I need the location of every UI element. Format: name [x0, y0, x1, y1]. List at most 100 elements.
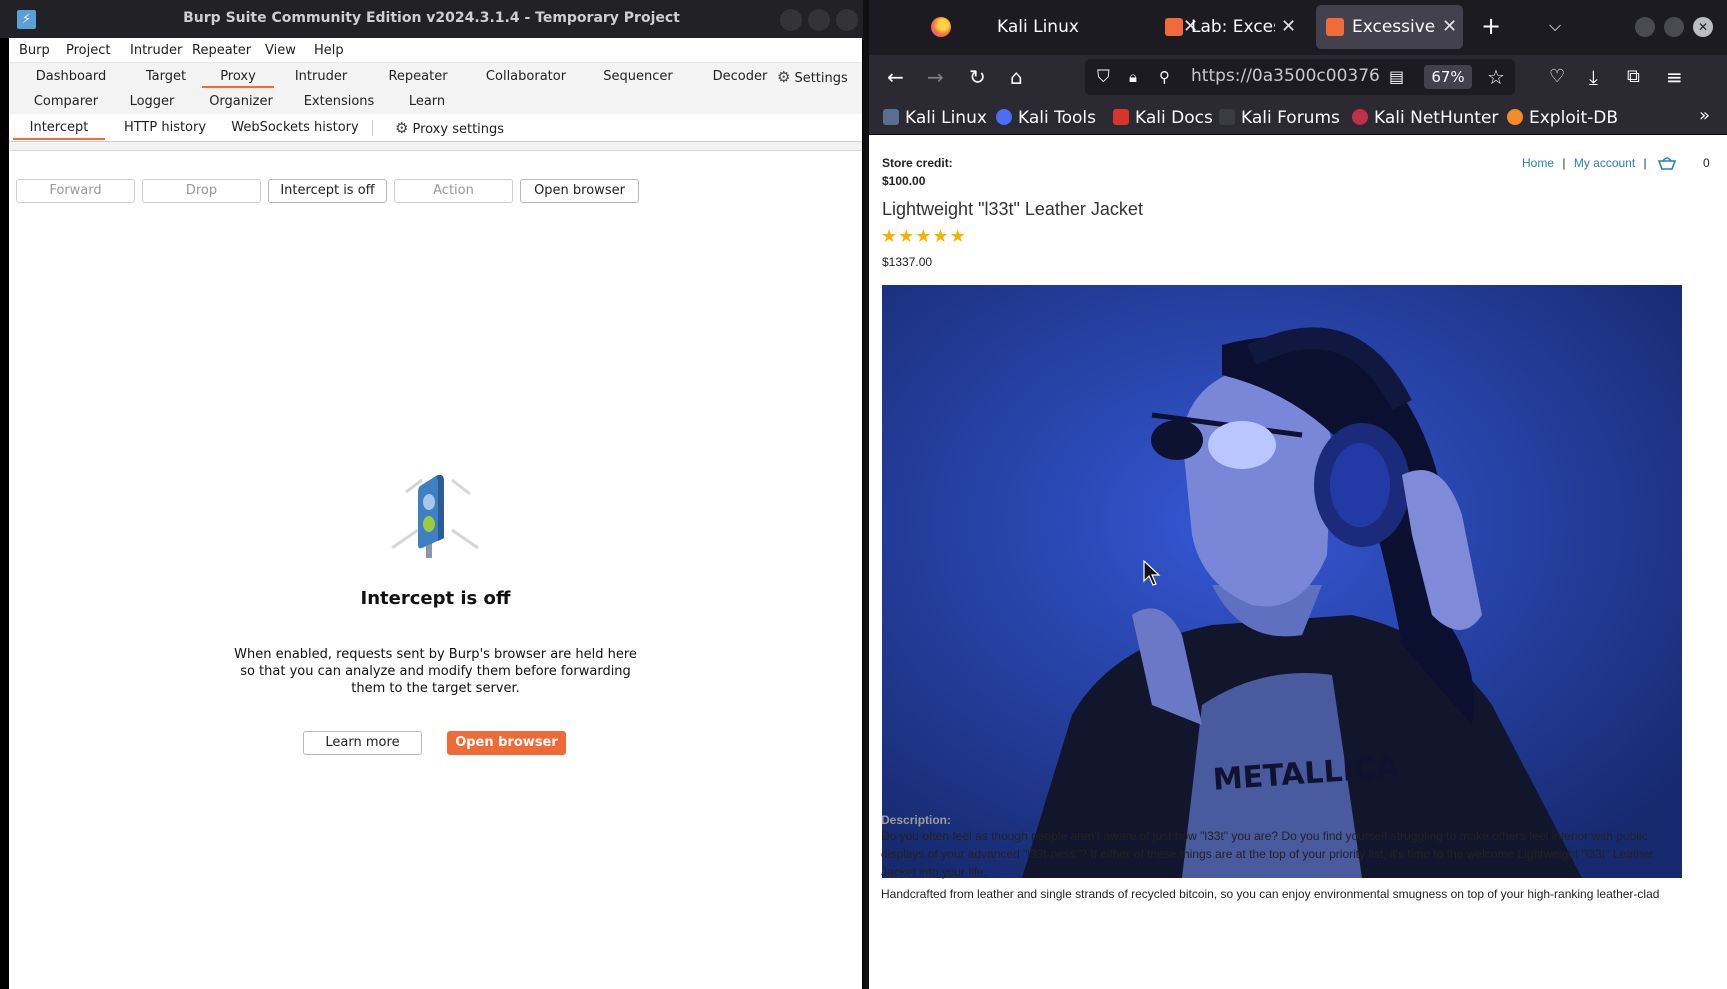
menu-burp[interactable]: Burp [19, 43, 50, 58]
forward-button[interactable]: Forward [16, 179, 135, 203]
download-icon[interactable]: ⤓ [1589, 63, 1598, 91]
star-icon[interactable]: ☆ [1487, 63, 1505, 91]
home-link[interactable]: Home [1522, 156, 1554, 170]
tab-title: Kali Linux [997, 17, 1079, 37]
burp-window: ⚡ Burp Suite Community Edition v2024.3.1… [0, 0, 863, 989]
navigation-bar: ← → ↻ ⌂ ⛉ 🔒︎ ⚲ https://0a3500c00376 ▤ 67… [869, 55, 1727, 99]
browser-tab-excessive-trust[interactable]: Excessive tru ✕ [1316, 5, 1463, 49]
back-icon[interactable]: ← [887, 63, 904, 91]
shield-icon[interactable]: ⛉ [1097, 63, 1110, 91]
bookmark-kali-nethunter[interactable]: Kali NetHunter [1352, 108, 1498, 128]
tab-title: Excessive tru [1352, 17, 1436, 37]
lock-icon[interactable]: 🔒︎ [1129, 63, 1137, 91]
home-icon[interactable]: ⌂ [1010, 63, 1023, 91]
tab-learn[interactable]: Learn [391, 91, 463, 113]
minimize-button[interactable] [1635, 17, 1655, 37]
reload-icon[interactable]: ↻ [969, 63, 986, 91]
tab-repeater[interactable]: Repeater [373, 66, 463, 88]
settings-tab[interactable]: ⚙ Settings [777, 66, 861, 88]
menu-project[interactable]: Project [66, 43, 110, 58]
tab-extensions[interactable]: Extensions [293, 91, 385, 113]
exploit-db-icon [1507, 109, 1523, 125]
star-icon: ★ [915, 226, 933, 246]
kali-forums-icon [1219, 109, 1235, 125]
tab-proxy[interactable]: Proxy [202, 66, 274, 88]
subtab-http-history[interactable]: HTTP history [115, 118, 215, 140]
tab-dashboard[interactable]: Dashboard [17, 66, 125, 88]
tab-collaborator[interactable]: Collaborator [471, 66, 581, 88]
minimize-button[interactable] [780, 9, 802, 31]
web-page: Store credit: $100.00 Home | My account … [869, 135, 1727, 989]
url-text[interactable]: https://0a3500c00376 [1191, 66, 1380, 86]
menu-icon[interactable]: ≡ [1666, 63, 1683, 91]
kali-nethunter-icon [1352, 109, 1368, 125]
open-browser-button[interactable]: Open browser [520, 179, 639, 203]
description-line: displays of your advanced "l33t-ness"? I… [881, 847, 1654, 861]
burp-titlebar[interactable]: ⚡ Burp Suite Community Edition v2024.3.1… [0, 0, 863, 38]
store-credit-value: $100.00 [882, 174, 926, 188]
action-button[interactable]: Action [394, 179, 513, 203]
menu-help[interactable]: Help [314, 43, 344, 58]
tab-organizer[interactable]: Organizer [195, 91, 287, 113]
url-bar[interactable]: ⛉ 🔒︎ ⚲ https://0a3500c00376 ▤ 67% ☆ [1085, 59, 1515, 95]
extensions-icon[interactable]: ⧉ [1627, 63, 1640, 91]
tab-target[interactable]: Target [129, 66, 203, 88]
star-icon: ★ [932, 226, 950, 246]
zoom-level[interactable]: 67% [1424, 65, 1472, 89]
drop-button[interactable]: Drop [142, 179, 261, 203]
traffic-light-icon [391, 474, 479, 558]
tab-intruder[interactable]: Intruder [281, 66, 361, 88]
close-icon[interactable]: ✕ [1281, 5, 1296, 49]
cart-icon[interactable] [1657, 155, 1677, 171]
chevron-down-icon[interactable]: ⌵ [1549, 12, 1561, 40]
tab-sequencer[interactable]: Sequencer [588, 66, 688, 88]
bookmark-kali-linux[interactable]: Kali Linux [883, 108, 987, 128]
bookmark-exploit-db[interactable]: Exploit-DB [1507, 108, 1618, 128]
reader-view-icon[interactable]: ▤ [1389, 63, 1404, 91]
proxy-settings-label: Proxy settings [412, 122, 505, 137]
intercept-description-line: When enabled, requests sent by Burp's br… [234, 647, 637, 662]
intercept-description-line: so that you can analyze and modify them … [240, 664, 631, 679]
store-credit-label: Store credit: [882, 156, 953, 170]
description-line: Jacket into your life. [881, 865, 988, 879]
bookmark-kali-forums[interactable]: Kali Forums [1219, 108, 1340, 128]
firefox-icon[interactable] [931, 17, 951, 37]
tab-strip: Kali Linux ✕ Lab: Excessiv ✕ Excessive t… [869, 0, 1727, 55]
product-title: Lightweight "l33t" Leather Jacket [882, 199, 1143, 219]
kali-docs-icon [1113, 109, 1129, 125]
burp-main: Burp Project Intruder Repeater View Help… [9, 38, 862, 989]
subtab-websockets-history[interactable]: WebSockets history [225, 118, 365, 140]
learn-more-button[interactable]: Learn more [303, 731, 422, 755]
chevron-right-icon[interactable]: » [1699, 105, 1710, 126]
tab-comparer[interactable]: Comparer [17, 91, 115, 113]
desktop: ⚡ Burp Suite Community Edition v2024.3.1… [0, 0, 1727, 989]
bookmark-label: Exploit-DB [1529, 108, 1618, 128]
subtab-intercept[interactable]: Intercept [13, 118, 105, 140]
plus-icon[interactable]: + [1481, 12, 1501, 40]
open-browser-primary-button[interactable]: Open browser [447, 731, 566, 755]
close-window-button[interactable]: ✕ [1693, 17, 1713, 37]
proxy-settings-button[interactable]: ⚙ Proxy settings [395, 118, 515, 140]
permissions-icon[interactable]: ⚲ [1159, 63, 1170, 91]
maximize-button[interactable] [808, 9, 830, 31]
menu-repeater[interactable]: Repeater [192, 43, 251, 58]
forward-icon[interactable]: → [927, 63, 944, 91]
star-icon: ★ [898, 226, 916, 246]
menu-intruder[interactable]: Intruder [130, 43, 182, 58]
bookmark-kali-docs[interactable]: Kali Docs [1113, 108, 1213, 128]
menu-view[interactable]: View [265, 43, 296, 58]
close-button[interactable] [836, 9, 858, 31]
intercept-toggle-button[interactable]: Intercept is off [268, 179, 387, 203]
product-image: METALLICA [882, 285, 1682, 878]
tab-decoder[interactable]: Decoder [695, 66, 785, 88]
bookmark-kali-tools[interactable]: Kali Tools [996, 108, 1096, 128]
subtab-separator [372, 120, 373, 136]
my-account-link[interactable]: My account [1574, 156, 1635, 170]
description-paragraph-2: Handcrafted from leather and single stra… [881, 887, 1660, 901]
tab-logger[interactable]: Logger [115, 91, 189, 113]
burp-favicon-icon [1326, 18, 1344, 36]
pocket-icon[interactable]: ♡ [1549, 63, 1565, 91]
browser-tab-lab[interactable]: Lab: Excessiv ✕ [1151, 5, 1301, 49]
maximize-button[interactable] [1664, 17, 1684, 37]
close-icon[interactable]: ✕ [1442, 5, 1457, 49]
